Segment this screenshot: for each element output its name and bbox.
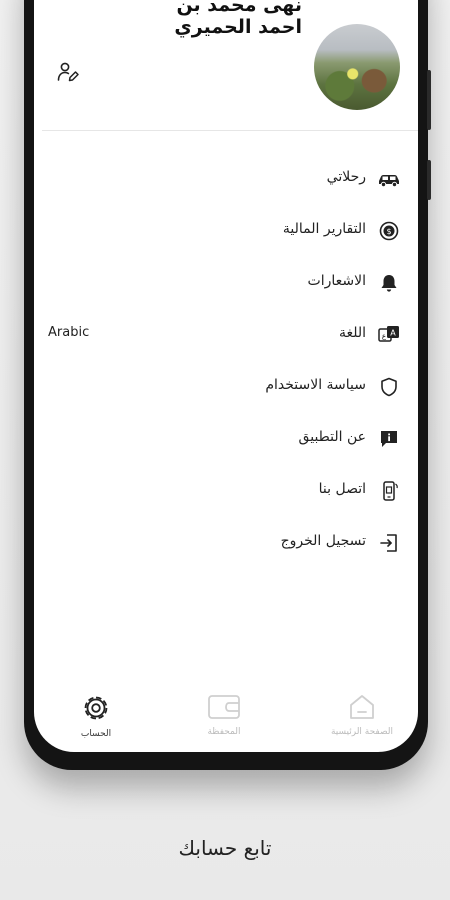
power-button <box>427 160 431 200</box>
user-name: نهى محمد بن احمد الحميري <box>174 0 302 38</box>
nav-label: المحفظة <box>207 727 241 737</box>
app-screen: نهى محمد بن احمد الحميري رحلاتي $ التقار… <box>34 0 418 752</box>
svg-text:ع: ع <box>382 333 387 341</box>
svg-text:$: $ <box>386 227 391 236</box>
menu-item-notifications[interactable]: الاشعارات <box>34 263 418 303</box>
menu-item-contact-us[interactable]: اتصل بنا <box>34 471 418 511</box>
nav-label: الصفحة الرئيسية <box>330 727 394 737</box>
menu-label: التقارير المالية <box>282 221 366 237</box>
wallet-icon <box>208 695 240 719</box>
home-icon <box>350 695 374 719</box>
bell-icon <box>381 275 397 292</box>
menu-label: رحلاتي <box>326 169 366 185</box>
volume-button <box>427 70 431 130</box>
menu-item-about-app[interactable]: عن التطبيق <box>34 419 418 459</box>
edit-user-icon <box>57 62 79 82</box>
menu-item-financial-reports[interactable]: $ التقارير المالية <box>34 211 418 251</box>
menu-item-my-trips[interactable]: رحلاتي <box>34 159 418 199</box>
nav-account[interactable]: الحساب <box>56 692 136 742</box>
menu-label: عن التطبيق <box>298 429 366 445</box>
nav-home[interactable]: الصفحة الرئيسية <box>322 692 402 742</box>
gear-icon <box>84 696 108 720</box>
edit-profile-button[interactable] <box>56 60 80 84</box>
menu-label: اللغة <box>338 325 366 341</box>
menu-item-logout[interactable]: تسجيل الخروج <box>34 523 418 563</box>
language-value: Arabic <box>48 325 90 340</box>
nav-wallet[interactable]: المحفظة <box>184 692 264 742</box>
nav-label: الحساب <box>80 729 112 739</box>
promo-caption: تابع حسابك <box>178 836 272 860</box>
info-icon <box>381 431 397 447</box>
menu-label: الاشعارات <box>307 273 366 289</box>
menu-item-language[interactable]: A ع اللغة Arabic <box>34 315 418 355</box>
car-icon <box>379 175 399 188</box>
phone-frame: نهى محمد بن احمد الحميري رحلاتي $ التقار… <box>24 0 431 770</box>
menu-label: اتصل بنا <box>318 481 366 497</box>
shield-icon <box>381 377 397 397</box>
coin-icon: $ <box>379 221 399 241</box>
phone-icon <box>383 481 398 501</box>
header-divider <box>42 130 418 131</box>
svg-text:A: A <box>390 329 396 338</box>
menu-label: تسجيل الخروج <box>280 533 366 549</box>
menu-label: سياسة الاستخدام <box>265 377 366 393</box>
translate-icon: A ع <box>378 326 399 342</box>
logout-icon <box>380 534 397 552</box>
menu-item-usage-policy[interactable]: سياسة الاستخدام <box>34 367 418 407</box>
avatar[interactable] <box>314 24 400 110</box>
